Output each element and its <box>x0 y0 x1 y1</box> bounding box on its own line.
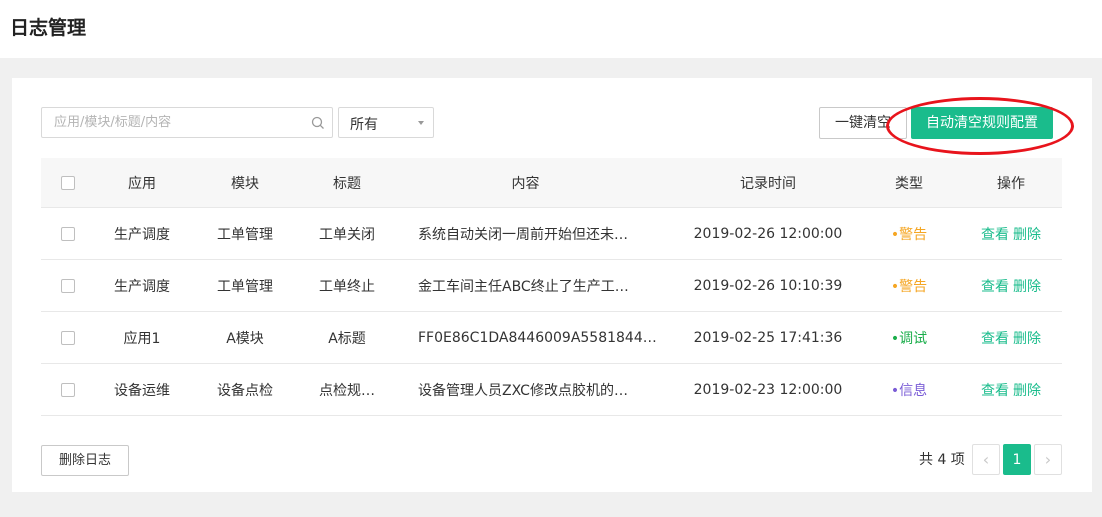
view-link[interactable]: 查看 <box>981 276 1009 296</box>
delete-link[interactable]: 删除 <box>1013 328 1041 348</box>
delete-log-button[interactable]: 删除日志 <box>41 445 129 476</box>
delete-link[interactable]: 删除 <box>1013 380 1041 400</box>
table-row: 生产调度 工单管理 工单关闭 系统自动关闭一周前开始但还未… 2019-02-2… <box>41 208 1062 260</box>
row-check-cell <box>55 312 81 363</box>
header-time: 记录时间 <box>740 175 796 192</box>
delete-link[interactable]: 删除 <box>1013 224 1041 244</box>
search-icon[interactable] <box>310 115 326 131</box>
chevron-right-icon: › <box>1044 450 1052 469</box>
header-title: 标题 <box>333 175 361 192</box>
cell-ops: 查看 删除 <box>961 260 1061 311</box>
cell-content: 金工车间主任ABC终止了生产工… <box>418 278 629 295</box>
page-title: 日志管理 <box>10 17 87 39</box>
row-check-cell <box>55 208 81 259</box>
page-number-current[interactable]: 1 <box>1003 444 1031 475</box>
table-row: 设备运维 设备点检 点检规… 设备管理人员ZXC修改点胶机的… 2019-02-… <box>41 364 1062 416</box>
header-module: 模块 <box>231 175 259 192</box>
cell-module: 工单管理 <box>217 226 273 243</box>
cell-type-badge: •警告 <box>890 226 928 243</box>
table-row: 应用1 A模块 A标题 FF0E86C1DA8446009A5581844… 2… <box>41 312 1062 364</box>
cell-title: 工单终止 <box>319 278 375 295</box>
cell-app: 生产调度 <box>114 278 170 295</box>
cell-app: 生产调度 <box>114 226 170 243</box>
next-page-button[interactable]: › <box>1034 444 1062 475</box>
header-app: 应用 <box>128 175 156 192</box>
search-input[interactable] <box>42 108 304 137</box>
header-content: 内容 <box>511 175 540 192</box>
row-checkbox[interactable] <box>61 330 75 345</box>
table-header: 应用 模块 标题 内容 记录时间 类型 操作 <box>41 158 1062 208</box>
prev-page-button[interactable]: ‹ <box>972 444 1000 475</box>
type-filter-select[interactable]: 所有 <box>338 107 434 138</box>
highlight-ellipse <box>886 97 1074 155</box>
cell-content: 系统自动关闭一周前开始但还未… <box>418 226 628 243</box>
row-checkbox[interactable] <box>61 226 75 241</box>
view-link[interactable]: 查看 <box>981 380 1009 400</box>
cell-title: 点检规… <box>319 382 375 399</box>
cell-module: 设备点检 <box>217 382 273 399</box>
view-link[interactable]: 查看 <box>981 328 1009 348</box>
chevron-down-icon <box>418 121 424 125</box>
select-all-cell <box>55 158 81 207</box>
cell-time: 2019-02-26 10:10:39 <box>693 277 843 294</box>
select-value: 所有 <box>350 117 378 133</box>
view-link[interactable]: 查看 <box>981 224 1009 244</box>
search-box[interactable] <box>41 107 333 138</box>
cell-time: 2019-02-26 12:00:00 <box>693 225 843 242</box>
cell-ops: 查看 删除 <box>961 312 1061 363</box>
row-checkbox[interactable] <box>61 382 75 397</box>
cell-title: A标题 <box>328 330 366 347</box>
cell-module: A模块 <box>226 330 264 347</box>
cell-time: 2019-02-25 17:41:36 <box>693 329 843 346</box>
cell-title: 工单关闭 <box>319 226 375 243</box>
cell-app: 应用1 <box>123 330 161 347</box>
select-all-checkbox[interactable] <box>61 175 75 190</box>
header-type: 类型 <box>895 175 923 192</box>
cell-module: 工单管理 <box>217 278 273 295</box>
row-checkbox[interactable] <box>61 278 75 293</box>
cell-ops: 查看 删除 <box>961 208 1061 259</box>
cell-ops: 查看 删除 <box>961 364 1061 415</box>
table-row: 生产调度 工单管理 工单终止 金工车间主任ABC终止了生产工… 2019-02-… <box>41 260 1062 312</box>
log-table: 应用 模块 标题 内容 记录时间 类型 操作 生产调度 工单管理 工单关闭 系统… <box>41 158 1062 416</box>
chevron-left-icon: ‹ <box>982 450 990 469</box>
cell-content: 设备管理人员ZXC修改点胶机的… <box>418 382 628 399</box>
cell-type-badge: •信息 <box>890 382 928 399</box>
page-header: 日志管理 <box>0 0 1102 58</box>
pagination-total: 共 4 项 <box>919 452 965 468</box>
delete-link[interactable]: 删除 <box>1013 276 1041 296</box>
cell-time: 2019-02-23 12:00:00 <box>693 381 843 398</box>
header-ops: 操作 <box>997 175 1025 192</box>
cell-app: 设备运维 <box>114 382 170 399</box>
cell-type-badge: •警告 <box>890 278 928 295</box>
row-check-cell <box>55 260 81 311</box>
cell-type-badge: •调试 <box>890 330 928 347</box>
log-card: 所有 一键清空 自动清空规则配置 应用 模块 标题 内容 记录时间 类型 操作 … <box>12 78 1092 492</box>
cell-content: FF0E86C1DA8446009A5581844… <box>418 329 657 346</box>
row-check-cell <box>55 364 81 415</box>
